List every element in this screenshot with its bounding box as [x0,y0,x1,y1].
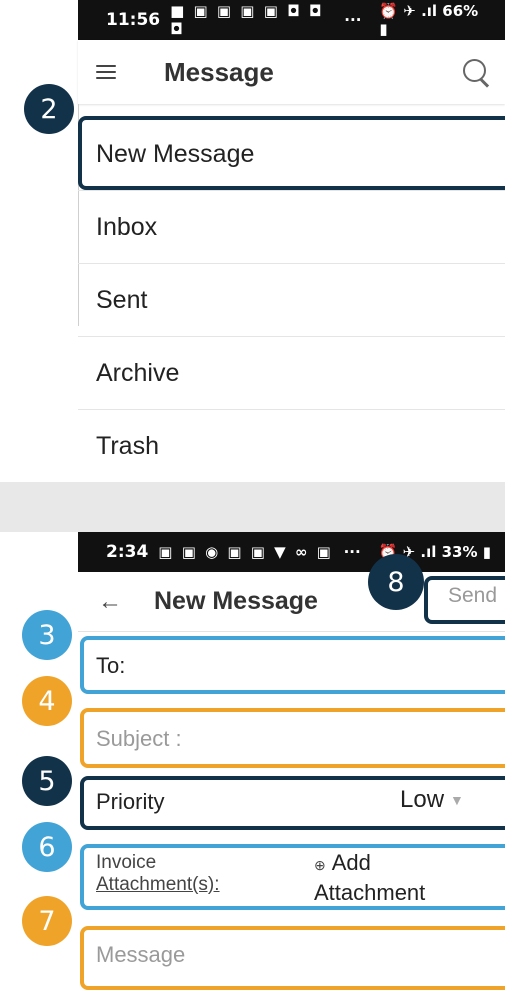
callout-badge-7: 7 [22,896,72,946]
status-time: 11:56 [106,10,161,30]
page-title: Message [164,56,274,87]
menu-item-archive[interactable]: Archive [78,337,505,410]
add-attachment-button[interactable]: ⊕ Add Attachment [314,849,425,906]
status-time: 2:34 [106,542,149,562]
callout-box-to [80,636,505,694]
callout-badge-2: 2 [24,84,74,134]
menu-item-label: Inbox [96,212,158,241]
search-icon[interactable] [461,57,491,88]
back-arrow-icon[interactable]: ← [98,588,122,616]
callout-box-send [424,576,505,624]
priority-select[interactable]: Low ▼ [400,786,464,814]
notification-icons: ■ ▣ ▣ ▣ ▣ ◘ ◘ ◘ [170,2,324,38]
menu-item-sent[interactable]: Sent [78,264,505,337]
callout-badge-8: 8 [368,554,424,610]
menu-item-label: Sent [96,285,148,314]
notification-icons: ▣ ▣ ◉ ▣ ▣ ▼ ∞ ▣ [158,543,333,561]
app-header: Message [78,40,505,104]
attachment-label: Invoice Attachment(s): [96,852,220,896]
menu-item-trash[interactable]: Trash [78,410,505,483]
callout-badge-5: 5 [22,756,72,806]
to-field[interactable]: To: [96,653,125,679]
menu-item-label: Trash [96,432,159,460]
compose-title: New Message [154,587,318,615]
more-notifications-icon: ··· [344,11,362,29]
subject-input[interactable]: Subject : [96,726,182,752]
hamburger-icon[interactable] [96,65,116,79]
compose-status-bar: 2:34 ▣ ▣ ◉ ▣ ▣ ▼ ∞ ▣ ··· ⏰ ✈ .ıl 33% ▮ [78,532,505,572]
callout-badge-4: 4 [22,676,72,726]
callout-box-new-message [78,116,505,190]
system-status-icons: ⏰ ✈ .ıl 66% ▮ [379,2,479,38]
menu-item-inbox[interactable]: Inbox [78,191,505,264]
callout-badge-6: 6 [22,822,72,872]
message-input[interactable]: Message [96,942,185,968]
more-notifications-icon: ··· [343,543,361,561]
screen-separator [0,482,505,532]
attachment-label-line1: Invoice [96,852,157,873]
add-attachment-line1: Add [331,850,371,875]
callout-badge-3: 3 [22,610,72,660]
paperclip-icon: ⊕ [314,857,326,873]
priority-value: Low [400,786,445,813]
add-attachment-line2: Attachment [314,880,426,905]
attachment-label-line2: Attachment(s): [96,874,220,895]
top-status-bar: 11:56 ■ ▣ ▣ ▣ ▣ ◘ ◘ ◘ ··· ⏰ ✈ .ıl 66% ▮ [78,0,505,40]
dropdown-arrow-icon: ▼ [450,792,464,808]
priority-label: Priority [96,789,165,814]
menu-item-label: Archive [96,358,180,387]
